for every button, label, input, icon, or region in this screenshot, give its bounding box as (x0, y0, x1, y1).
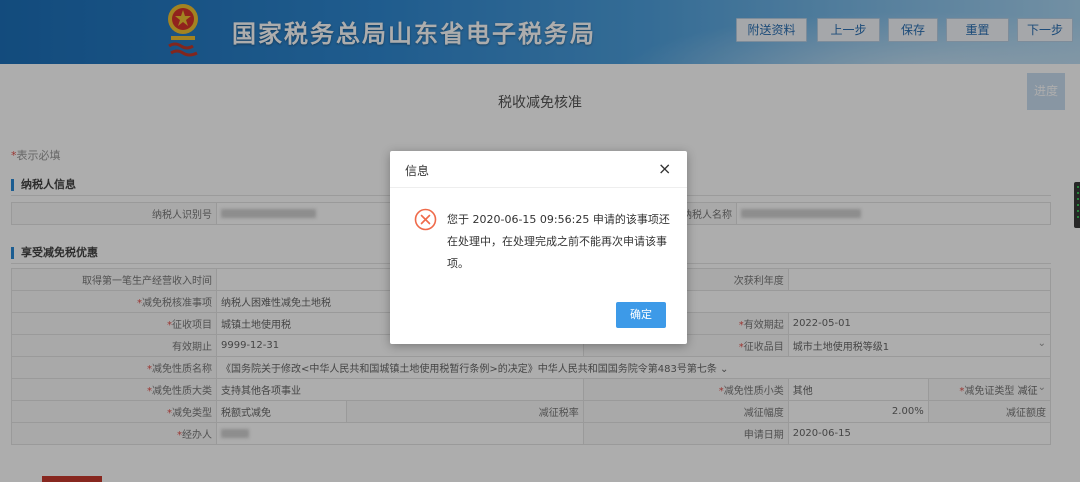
confirm-button[interactable]: 确定 (616, 302, 666, 328)
error-icon (414, 208, 437, 231)
dialog-title: 信息 (405, 164, 430, 178)
close-icon[interactable]: × (658, 159, 671, 178)
info-dialog: 信息 × 您于 2020-06-15 09:56:25 申请的该事项还在处理中，… (390, 151, 687, 344)
dialog-message: 您于 2020-06-15 09:56:25 申请的该事项还在处理中，在处理完成… (447, 213, 670, 270)
dialog-header: 信息 × (390, 151, 687, 188)
